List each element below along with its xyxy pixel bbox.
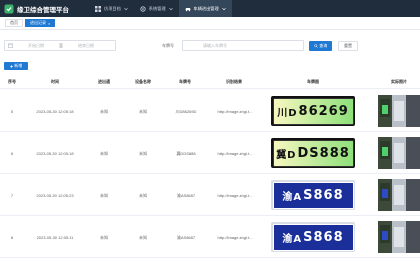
plate-number-input[interactable]: 请输入车牌号 [182, 40, 304, 51]
cell-plate-number: 渝AS8687 [176, 235, 196, 240]
end-date-input[interactable]: 结束日期 [66, 43, 106, 49]
tab-records[interactable]: 进出记录 × [25, 19, 56, 27]
plate-characters: DS888 [297, 145, 350, 161]
reset-button[interactable]: 重置 [338, 40, 358, 51]
cell-time: 2023-05-30 12:05:11 [36, 235, 74, 240]
add-button-label: 新增 [14, 63, 23, 68]
cell-time: 2023-05-30 12:05:23 [36, 193, 74, 198]
plate-image[interactable]: 川D 86269 [271, 96, 355, 126]
range-separator: 至 [59, 42, 63, 48]
header-time: 时间 [51, 79, 59, 84]
cell-recognition-url[interactable]: http://image.zhgl.t... [212, 193, 258, 198]
plate-number-label: 车牌号 [162, 43, 174, 48]
plate-characters: 86269 [298, 103, 349, 119]
cell-channel: 未知 [100, 151, 108, 156]
table-row[interactable]: 6 2023-05-30 12:05:18 未知 未知 冀DDS888 http://im… [0, 132, 420, 174]
menu-item-project[interactable]: 仿项目档 [89, 0, 134, 17]
cell-plate-number: 冀DDS888 [176, 151, 196, 156]
plate-image[interactable]: 渝A S868 [271, 222, 355, 252]
tab-bar: 首页 进出记录 × [0, 17, 420, 30]
query-button[interactable]: 查询 [309, 40, 332, 51]
records-table: 序号 时间 进出通 设备名称 车牌号 识别结果 车牌图 实际照片 5 2023-0… [0, 76, 420, 258]
date-range-picker[interactable]: 开始日期 至 结束日期 [4, 40, 116, 51]
header-photo: 实际照片 [391, 79, 407, 84]
cell-channel: 未知 [100, 193, 108, 198]
cell-index: 5 [10, 109, 14, 114]
cell-recognition-url[interactable]: http://image.zhgl.t... [212, 151, 258, 156]
tab-label: 进出记录 [30, 20, 46, 25]
cell-index: 8 [10, 235, 14, 240]
menu-item-vehicle[interactable]: 车辆进出管理 [178, 0, 232, 17]
header-device: 设备名称 [135, 79, 151, 84]
cell-channel: 未知 [100, 109, 108, 114]
tab-label: 首页 [10, 20, 18, 25]
cell-plate-number: 川D86269D [175, 109, 197, 114]
cell-recognition-url[interactable]: http://image.zhgl.t... [212, 235, 258, 240]
cell-time: 2023-05-30 12:05:18 [36, 109, 74, 114]
cell-device: 未知 [139, 109, 147, 114]
cell-device: 未知 [139, 193, 147, 198]
cell-index: 6 [10, 151, 14, 156]
add-button[interactable]: 新增 [4, 62, 28, 70]
plus-icon [9, 64, 13, 68]
menu-item-label: 车辆进出管理 [193, 5, 219, 11]
cell-recognition-url[interactable]: http://image.zhgl.t... [212, 109, 258, 114]
vehicle-photo[interactable] [378, 179, 420, 211]
vehicle-photo[interactable] [378, 221, 420, 253]
calendar-icon [8, 43, 13, 48]
header-channel: 进出通 [98, 79, 110, 84]
plate-image[interactable]: 渝A S868 [271, 180, 355, 210]
plate-image-face: 冀D DS888 [272, 139, 354, 167]
plate-province: 渝A [282, 191, 303, 203]
grid-icon [95, 5, 101, 12]
plate-characters: S868 [303, 229, 344, 245]
chevron-down-icon [221, 7, 226, 10]
plate-image-face: 渝A S868 [272, 223, 354, 251]
plate-image[interactable]: 冀D DS888 [271, 138, 355, 168]
search-icon [314, 43, 318, 48]
cell-plate-number: 渝AS8687 [176, 193, 196, 198]
tab-home[interactable]: 首页 [5, 19, 23, 27]
logo-icon [4, 4, 14, 14]
cell-channel: 未知 [100, 235, 108, 240]
plate-image-face: 川D 86269 [272, 97, 354, 125]
table-row[interactable]: 8 2023-05-30 12:05:11 未知 未知 渝AS8687 http://im… [0, 216, 420, 258]
main-menu: 仿项目档 系统管理 车辆进出管理 [89, 0, 232, 17]
menu-item-system[interactable]: 系统管理 [134, 0, 179, 17]
vehicle-photo[interactable] [378, 137, 420, 169]
start-date-input[interactable]: 开始日期 [16, 43, 56, 49]
query-button-label: 查询 [319, 42, 328, 48]
table-row[interactable]: 7 2023-05-30 12:05:23 未知 未知 渝AS8687 http://im… [0, 174, 420, 216]
menu-item-label: 系统管理 [148, 5, 166, 11]
close-icon[interactable]: × [48, 21, 50, 26]
menu-item-label: 仿项目档 [104, 5, 121, 11]
header-plate-image: 车牌图 [307, 79, 319, 84]
car-icon [185, 7, 191, 11]
chevron-down-icon [124, 7, 128, 10]
table-header: 序号 时间 进出通 设备名称 车牌号 识别结果 车牌图 实际照片 [0, 76, 420, 89]
vehicle-photo[interactable] [378, 95, 420, 127]
header-plate-number: 车牌号 [179, 79, 191, 84]
plate-province: 川D [277, 107, 298, 119]
table-row[interactable]: 5 2023-05-30 12:05:18 未知 未知 川D86269D http://i… [0, 90, 420, 132]
chevron-down-icon [168, 7, 173, 10]
plate-image-face: 渝A S868 [272, 181, 354, 209]
plate-characters: S868 [303, 187, 344, 203]
filter-bar: 开始日期 至 结束日期 车牌号 请输入车牌号 查询 重置 [0, 38, 420, 54]
cell-time: 2023-05-30 12:05:18 [36, 151, 74, 156]
top-navbar: 缘卫综合管理平台 仿项目档 系统管理 车辆进出管理 [0, 0, 420, 17]
cell-device: 未知 [139, 235, 147, 240]
cell-index: 7 [10, 193, 14, 198]
cell-device: 未知 [139, 151, 147, 156]
gear-icon [140, 5, 146, 12]
header-recognition: 识别结果 [226, 79, 242, 84]
header-index: 序号 [8, 79, 16, 84]
plate-province: 渝A [282, 233, 303, 245]
plate-province: 冀D [276, 149, 297, 161]
app-title: 缘卫综合管理平台 [17, 6, 69, 14]
